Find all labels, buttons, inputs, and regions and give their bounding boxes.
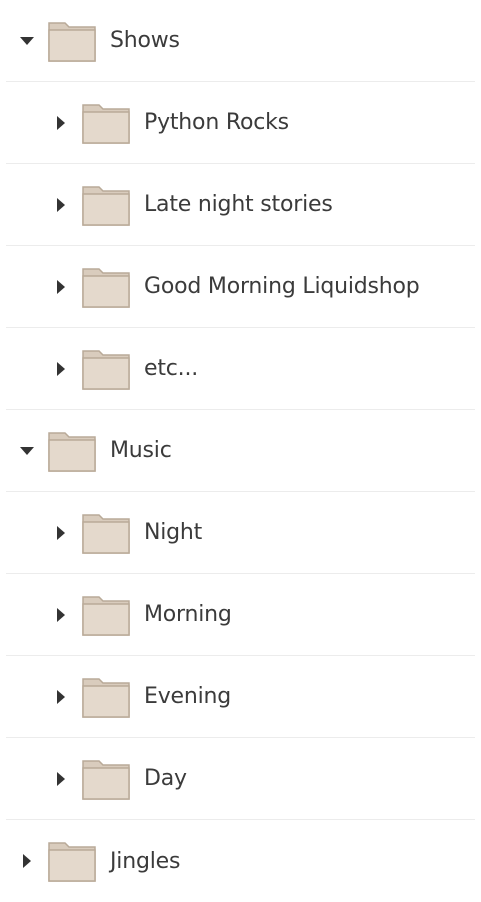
folder-tree: Shows Python Rocks Late night stories Go… <box>0 0 481 882</box>
folder-icon <box>82 759 130 800</box>
tree-label: Shows <box>110 28 180 53</box>
folder-icon <box>82 185 130 226</box>
tree-row-good-morning-liquidshop[interactable]: Good Morning Liquidshop <box>6 246 475 328</box>
tree-label: Music <box>110 438 172 463</box>
chevron-down-icon <box>20 446 34 455</box>
tree-row-late-night-stories[interactable]: Late night stories <box>6 164 475 246</box>
chevron-right-icon <box>57 197 65 212</box>
chevron-right-icon <box>57 279 65 294</box>
tree-row-morning[interactable]: Morning <box>6 574 475 656</box>
chevron-right-icon <box>57 115 65 130</box>
expander-night[interactable] <box>52 524 70 542</box>
tree-label: Day <box>144 766 187 791</box>
chevron-right-icon <box>57 361 65 376</box>
folder-icon <box>48 431 96 472</box>
chevron-right-icon <box>57 525 65 540</box>
tree-label: Late night stories <box>144 192 333 217</box>
tree-label: Night <box>144 520 203 545</box>
tree-label: Morning <box>144 602 232 627</box>
chevron-down-icon <box>20 36 34 45</box>
tree-label: Good Morning Liquidshop <box>144 274 420 299</box>
folder-icon <box>48 842 96 882</box>
folder-icon <box>82 103 130 144</box>
expander-shows[interactable] <box>18 32 36 50</box>
expander-music[interactable] <box>18 442 36 460</box>
expander-evening[interactable] <box>52 688 70 706</box>
chevron-right-icon <box>57 771 65 786</box>
chevron-right-icon <box>57 607 65 622</box>
chevron-right-icon <box>57 689 65 704</box>
tree-row-evening[interactable]: Evening <box>6 656 475 738</box>
expander-day[interactable] <box>52 770 70 788</box>
tree-label: etc... <box>144 356 199 381</box>
folder-icon <box>48 21 96 62</box>
folder-icon <box>82 677 130 718</box>
expander-morning[interactable] <box>52 606 70 624</box>
folder-icon <box>82 349 130 390</box>
tree-row-night[interactable]: Night <box>6 492 475 574</box>
folder-icon <box>82 513 130 554</box>
tree-row-etc[interactable]: etc... <box>6 328 475 410</box>
expander-good-morning-liquidshop[interactable] <box>52 278 70 296</box>
folder-icon <box>82 595 130 636</box>
chevron-right-icon <box>23 854 31 868</box>
expander-etc[interactable] <box>52 360 70 378</box>
tree-row-day[interactable]: Day <box>6 738 475 820</box>
tree-label: Evening <box>144 684 232 709</box>
expander-python-rocks[interactable] <box>52 114 70 132</box>
tree-row-jingles[interactable]: Jingles <box>6 820 475 902</box>
tree-label: Python Rocks <box>144 110 289 135</box>
expander-late-night-stories[interactable] <box>52 196 70 214</box>
folder-icon <box>82 267 130 308</box>
tree-row-python-rocks[interactable]: Python Rocks <box>6 82 475 164</box>
expander-jingles[interactable] <box>18 852 36 870</box>
tree-label: Jingles <box>110 848 181 874</box>
tree-row-music[interactable]: Music <box>6 410 475 492</box>
tree-row-shows[interactable]: Shows <box>6 0 475 82</box>
